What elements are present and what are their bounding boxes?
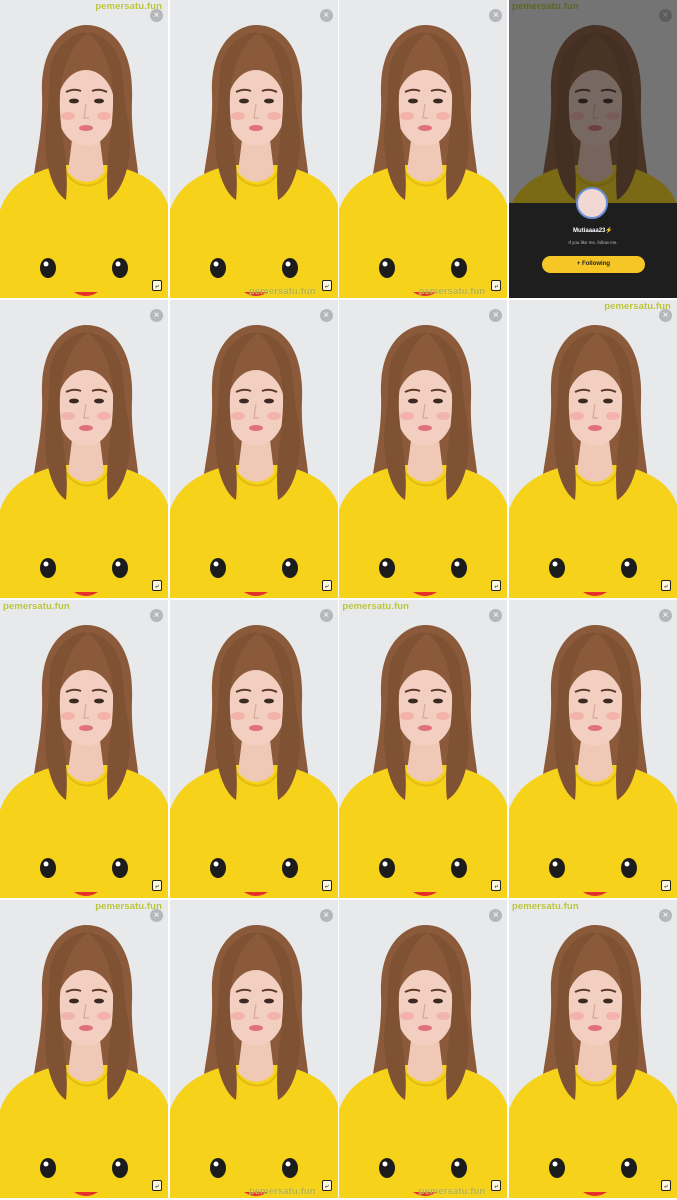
portrait-image (169, 300, 338, 598)
follow-card: Mutiaaaa23⚡ If you like me, follow me. + F… (508, 187, 677, 298)
portrait-image (169, 600, 338, 898)
close-icon[interactable]: × (150, 609, 163, 622)
video-thumbnail[interactable]: pemersatu.fun × ⤶ (0, 600, 168, 898)
share-icon[interactable]: ⤶ (491, 280, 502, 291)
portrait-image (508, 300, 677, 598)
video-thumbnail[interactable]: pemersatu.fun × ⤶ (169, 900, 338, 1198)
video-thumbnail[interactable]: × ⤶ (169, 300, 338, 598)
close-icon[interactable]: × (150, 309, 163, 322)
video-thumbnail[interactable]: pemersatu.fun×⤶Mutiaaaa23⚡If you like me… (508, 0, 677, 298)
username-label: Mutiaaaa23⚡ (573, 228, 613, 234)
portrait-image (169, 900, 338, 1198)
tagline-text: If you like me, follow me. (568, 240, 618, 245)
share-icon[interactable]: ⤶ (660, 1180, 671, 1191)
video-thumbnail[interactable]: pemersatu.fun × ⤶ (339, 900, 508, 1198)
share-icon[interactable]: ⤶ (491, 580, 502, 591)
close-icon[interactable]: × (319, 609, 333, 622)
video-thumbnail[interactable]: pemersatu.fun × ⤶ (508, 900, 677, 1198)
thumbnail-grid: pemersatu.fun × ⤶ pemersatu.fun × ⤶ peme… (0, 0, 677, 1200)
portrait-image (339, 0, 508, 298)
share-icon[interactable]: ⤶ (152, 1180, 162, 1191)
share-icon[interactable]: ⤶ (152, 880, 162, 891)
portrait-image (0, 900, 168, 1198)
share-icon[interactable]: ⤶ (321, 880, 332, 891)
close-icon[interactable]: × (658, 609, 672, 622)
share-icon[interactable]: ⤶ (321, 1180, 332, 1191)
video-thumbnail[interactable]: pemersatu.fun × ⤶ (508, 300, 677, 598)
video-thumbnail[interactable]: pemersatu.fun × ⤶ (339, 600, 508, 898)
watermark-text: pemersatu.fun (418, 286, 486, 297)
watermark-text: pemersatu.fun (342, 601, 410, 612)
close-icon[interactable]: × (658, 909, 672, 922)
portrait-image (0, 600, 168, 898)
share-icon[interactable]: ⤶ (660, 580, 671, 591)
portrait-image (339, 600, 508, 898)
share-icon[interactable]: ⤶ (660, 880, 671, 891)
avatar[interactable] (575, 187, 608, 219)
portrait-image (508, 900, 677, 1198)
portrait-image (508, 600, 677, 898)
portrait-image (169, 0, 338, 298)
share-icon[interactable]: ⤶ (321, 580, 332, 591)
portrait-image (339, 300, 508, 598)
close-icon[interactable]: × (319, 9, 333, 22)
share-icon[interactable]: ⤶ (491, 880, 502, 891)
close-icon[interactable]: × (150, 909, 163, 922)
video-thumbnail[interactable]: × ⤶ (169, 600, 338, 898)
video-thumbnail[interactable]: pemersatu.fun × ⤶ (0, 0, 168, 298)
video-thumbnail[interactable]: pemersatu.fun × ⤶ (169, 0, 338, 298)
video-thumbnail[interactable]: × ⤶ (508, 600, 677, 898)
video-thumbnail[interactable]: × ⤶ (0, 300, 168, 598)
video-thumbnail[interactable]: pemersatu.fun × ⤶ (0, 900, 168, 1198)
watermark-text: pemersatu.fun (418, 1186, 486, 1197)
watermark-text: pemersatu.fun (3, 601, 70, 612)
portrait-image (0, 300, 168, 598)
watermark-text: pemersatu.fun (248, 286, 316, 297)
video-thumbnail[interactable]: pemersatu.fun × ⤶ (339, 0, 508, 298)
portrait-image (0, 0, 168, 298)
close-icon[interactable]: × (150, 9, 163, 22)
share-icon[interactable]: ⤶ (152, 580, 162, 591)
portrait-image (339, 900, 508, 1198)
watermark-text: pemersatu.fun (248, 1186, 316, 1197)
close-icon[interactable]: × (319, 309, 333, 322)
following-button[interactable]: + Following (541, 256, 645, 273)
close-icon[interactable]: × (658, 309, 672, 322)
share-icon[interactable]: ⤶ (491, 1180, 502, 1191)
watermark-text: pemersatu.fun (511, 901, 579, 912)
share-icon[interactable]: ⤶ (152, 280, 162, 291)
video-thumbnail[interactable]: × ⤶ (339, 300, 508, 598)
close-icon[interactable]: × (319, 909, 333, 922)
share-icon[interactable]: ⤶ (321, 280, 332, 291)
